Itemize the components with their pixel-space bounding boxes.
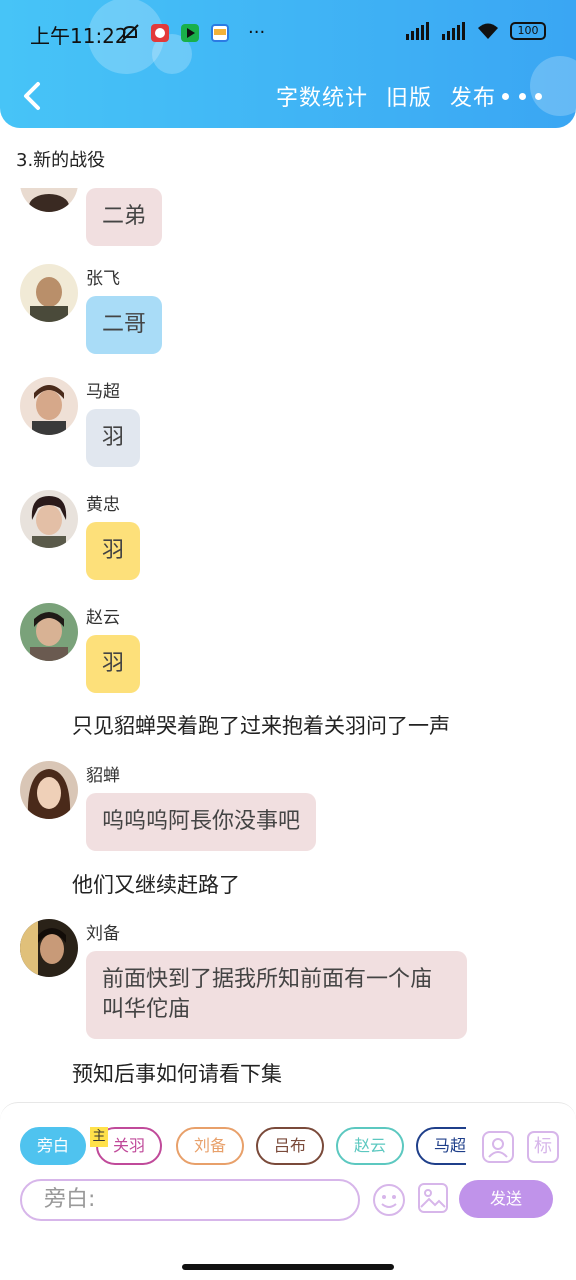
- header: 上午11:22 ··· 100 字数统计 旧版 发布: [0, 0, 576, 128]
- message-input[interactable]: 旁白:: [20, 1179, 360, 1221]
- sender-name: 黄忠: [86, 495, 120, 515]
- emoji-icon[interactable]: [372, 1183, 406, 1217]
- status-time: 上午11:22: [30, 24, 128, 48]
- send-button[interactable]: 发送: [459, 1180, 553, 1218]
- app-root: 上午11:22 ··· 100 字数统计 旧版 发布 3.新的战役 二弟 张飞 …: [0, 0, 576, 1280]
- chat-bubble[interactable]: 前面快到了据我所知前面有一个庙 叫华佗庙: [86, 951, 467, 1039]
- chat-list[interactable]: 二弟 张飞 二哥 马超 羽 黄忠 羽 赵云 羽 只见貂蝉哭着跑了过来抱着关羽问了…: [0, 188, 576, 1098]
- bubble-line: 前面快到了据我所知前面有一个庙: [102, 967, 433, 992]
- master-tag: 主: [90, 1127, 108, 1147]
- signal-icon: [442, 22, 465, 40]
- status-overflow: ···: [248, 22, 266, 43]
- avatar[interactable]: [20, 490, 78, 548]
- status-bar: 上午11:22 ··· 100: [0, 0, 576, 66]
- hd-signal-icon: [406, 22, 429, 40]
- avatar[interactable]: [20, 264, 78, 322]
- avatar[interactable]: [20, 603, 78, 661]
- narration-text: 预知后事如何请看下集: [72, 1062, 282, 1086]
- chat-bubble[interactable]: 羽: [86, 409, 141, 467]
- bubble-line: 叫华佗庙: [102, 997, 191, 1022]
- tag-button[interactable]: 标: [527, 1131, 559, 1163]
- app-badge-icon: [151, 23, 169, 42]
- chat-bubble[interactable]: 羽: [86, 522, 141, 580]
- chat-bubble[interactable]: 呜呜呜阿長你没事吧: [86, 793, 317, 851]
- nav-actions: 字数统计 旧版 发布: [276, 80, 496, 112]
- chat-bubble[interactable]: 二哥: [86, 296, 163, 354]
- sender-name: 张飞: [86, 269, 120, 289]
- chat-bubble[interactable]: 二弟: [86, 188, 163, 246]
- composer: 旁白 关羽 刘备 吕布 赵云 马超 主 标 旁白: 发送: [0, 1102, 576, 1262]
- chevron-left-icon[interactable]: [18, 78, 50, 114]
- role-chip-lvbu[interactable]: 吕布: [256, 1127, 324, 1165]
- sender-name: 赵云: [86, 608, 120, 628]
- role-chip-machao[interactable]: 马超: [416, 1127, 466, 1165]
- chat-bubble[interactable]: 羽: [86, 635, 141, 693]
- old-version-button[interactable]: 旧版: [386, 80, 432, 112]
- wifi-icon: [478, 23, 498, 39]
- home-indicator[interactable]: [182, 1264, 394, 1270]
- add-person-icon[interactable]: [482, 1131, 514, 1163]
- nav-bar: 字数统计 旧版 发布: [0, 66, 576, 126]
- role-chip-narrator[interactable]: 旁白: [20, 1127, 86, 1165]
- role-chip-liubei[interactable]: 刘备: [176, 1127, 244, 1165]
- chapter-title: 3.新的战役: [16, 150, 106, 171]
- avatar[interactable]: [20, 377, 78, 435]
- mute-icon: [121, 23, 139, 42]
- video-app-icon: [181, 23, 199, 42]
- avatar[interactable]: [20, 919, 78, 977]
- sender-name: 马超: [86, 382, 120, 402]
- word-count-button[interactable]: 字数统计: [276, 80, 368, 112]
- sender-name: 刘备: [86, 924, 120, 944]
- sender-name: 貂蝉: [86, 766, 120, 786]
- image-icon[interactable]: [418, 1183, 448, 1213]
- status-right-icons: 100: [404, 22, 546, 40]
- role-selector[interactable]: 旁白 关羽 刘备 吕布 赵云 马超: [20, 1127, 466, 1167]
- narration-text: 他们又继续赶路了: [72, 873, 240, 897]
- avatar[interactable]: [20, 761, 78, 819]
- status-left-icons: ···: [120, 22, 265, 43]
- narration-text: 只见貂蝉哭着跑了过来抱着关羽问了一声: [72, 714, 450, 738]
- publish-button[interactable]: 发布: [450, 80, 496, 112]
- notepad-icon: [211, 23, 229, 42]
- battery-icon: 100: [510, 22, 546, 40]
- avatar[interactable]: [20, 188, 78, 212]
- role-chip-zhaoyun[interactable]: 赵云: [336, 1127, 404, 1165]
- more-horizontal-icon[interactable]: [502, 84, 542, 108]
